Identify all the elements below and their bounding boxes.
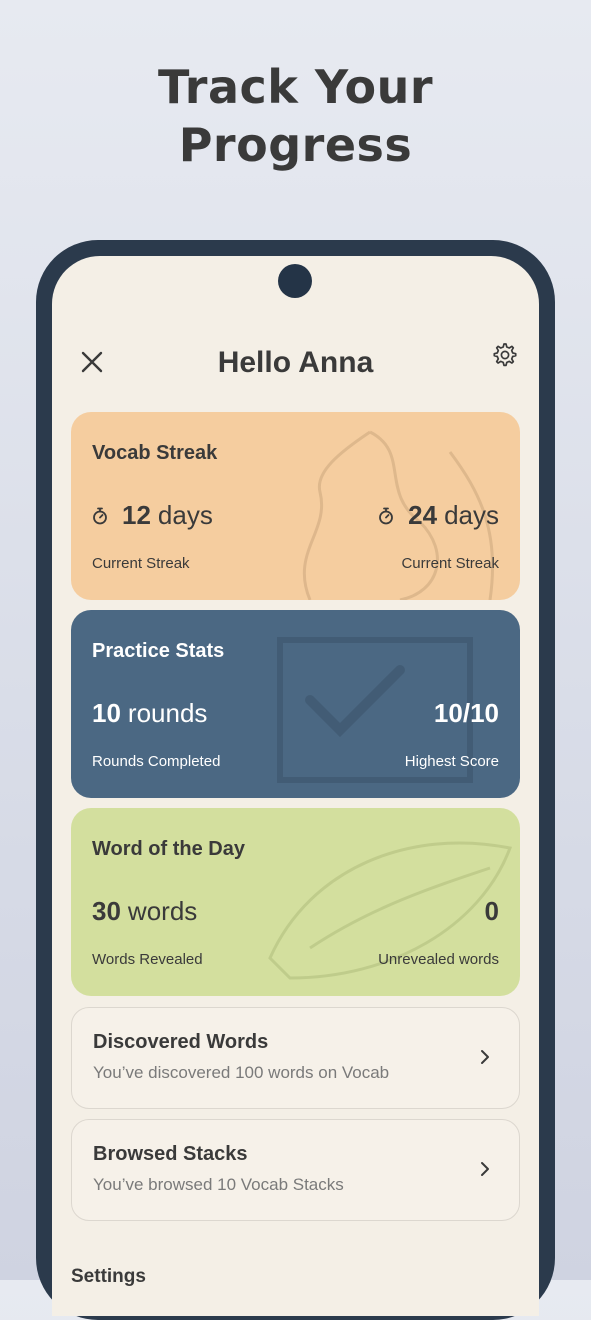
stat-caption: Current Streak [92,555,190,572]
browsed-stacks-row[interactable]: Browsed Stacks You’ve browsed 10 Vocab S… [71,1119,520,1221]
timer-icon [379,507,394,524]
words-revealed-value: 30 words [92,896,197,927]
chevron-right-icon [481,1050,489,1064]
discovered-words-row[interactable]: Discovered Words You’ve discovered 100 w… [71,1007,520,1109]
stat-caption: Rounds Completed [92,753,221,770]
card-title: Practice Stats [92,640,225,662]
streak-days-unit: days [157,500,213,530]
vocab-streak-card[interactable]: Vocab Streak 12 days 24 days Current Str… [71,412,520,600]
stat-caption: Words Revealed [92,951,203,968]
timer-icon [93,507,107,524]
highest-score-number: 10/10 [433,698,499,728]
rounds-unit: rounds [127,698,208,728]
app-screen: Hello Anna Vocab Streak 12 days 24 days … [52,256,539,1316]
marketing-headline: Track Your Progress [0,58,591,174]
unrevealed-words-value: 0 [485,896,499,927]
best-streak-number: 24 [408,500,438,530]
rounds-value: 10 rounds [92,698,207,729]
phone-frame: Hello Anna Vocab Streak 12 days 24 days … [36,240,555,1320]
row-subtitle: You’ve discovered 100 words on Vocab [93,1063,390,1082]
camera-cutout [278,264,312,298]
rounds-number: 10 [92,698,121,728]
chevron-right-icon [481,1162,489,1176]
gear-icon [493,343,517,367]
row-title: Discovered Words [93,1031,269,1053]
words-revealed-unit: words [127,896,198,926]
streak-days-number: 12 [122,500,151,530]
highest-score-value: 10/10 [434,698,499,729]
top-bar: Hello Anna [52,316,539,386]
settings-button[interactable] [489,340,519,370]
settings-section-heading: Settings [71,1266,146,1287]
stat-caption: Current Streak [401,555,499,572]
unrevealed-words-number: 0 [484,896,499,926]
row-title: Browsed Stacks [93,1143,248,1165]
practice-stats-card[interactable]: Practice Stats 10 rounds 10/10 Rounds Co… [71,610,520,798]
page-title: Hello Anna [217,346,374,379]
headline-line-2: Progress [178,118,413,172]
best-streak-unit: days [444,500,499,530]
current-streak-value: 12 days [92,500,213,531]
headline-line-1: Track Your [157,60,434,114]
stat-caption: Highest Score [404,753,499,770]
best-streak-value: 24 days [378,500,499,531]
card-title: Word of the Day [92,838,245,860]
row-subtitle: You’ve browsed 10 Vocab Stacks [93,1175,344,1194]
word-of-the-day-card[interactable]: Word of the Day 30 words 0 Words Reveale… [71,808,520,996]
card-title: Vocab Streak [92,442,218,464]
words-revealed-number: 30 [92,896,121,926]
stat-caption: Unrevealed words [378,951,499,968]
